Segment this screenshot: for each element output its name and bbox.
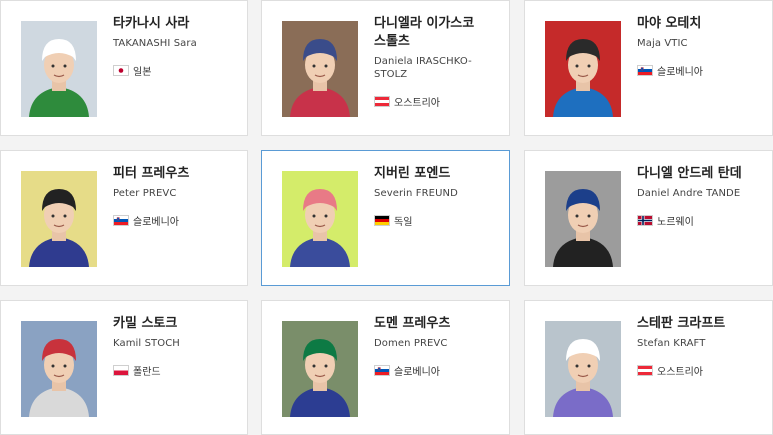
austria-flag-icon [374,96,390,107]
athlete-info: 스테판 크라프트 Stefan KRAFT 오스트리아 [637,315,766,378]
athlete-name-english: Severin FREUND [374,188,458,199]
slovenia-flag-icon [637,65,653,76]
athlete-info: 도멘 프레우츠 Domen PREVC 슬로베니아 [374,315,503,378]
poland-flag-icon [113,365,129,376]
athlete-card[interactable]: 지버린 포엔드 Severin FREUND 독일 [261,150,510,286]
athlete-name-korean[interactable]: 도멘 프레우츠 [374,315,503,333]
athlete-country: 오스트리아 [637,363,766,378]
athlete-photo[interactable] [545,21,621,117]
country-name: 슬로베니아 [394,367,440,378]
country-name: 폴란드 [133,367,161,378]
athlete-info: 다니엘 안드레 탄데 Daniel Andre TANDE 노르웨이 [637,165,766,228]
athlete-photo[interactable] [21,171,97,267]
athlete-card[interactable]: 카밀 스토크 Kamil STOCH 폴란드 [0,300,248,435]
athlete-name-english: TAKANASHI Sara [113,38,197,49]
athlete-country: 슬로베니아 [637,63,766,78]
athlete-name-korean[interactable]: 스테판 크라프트 [637,315,766,333]
athlete-info: 카밀 스토크 Kamil STOCH 폴란드 [113,315,241,378]
country-name: 슬로베니아 [133,217,179,228]
athlete-photo[interactable] [282,321,358,417]
athlete-name-korean[interactable]: 피터 프레우츠 [113,165,241,183]
norway-flag-icon [637,215,653,226]
germany-flag-icon [374,215,390,226]
athlete-name-english: Maja VTIC [637,38,688,49]
athlete-photo[interactable] [545,171,621,267]
athlete-info: 타카나시 사라 TAKANASHI Sara 일본 [113,15,241,78]
athlete-card[interactable]: 스테판 크라프트 Stefan KRAFT 오스트리아 [524,300,773,435]
athlete-name-korean[interactable]: 다니엘라 이가스코 스톨츠 [374,15,503,51]
athlete-grid: 타카나시 사라 TAKANASHI Sara 일본 다니엘라 이가스코 스톨츠 Dani… [0,0,773,435]
athlete-name-english: Domen PREVC [374,338,448,349]
slovenia-flag-icon [374,365,390,376]
country-name: 노르웨이 [657,217,694,228]
athlete-card[interactable]: 다니엘라 이가스코 스톨츠 Daniela IRASCHKO- STOLZ 오스트리… [261,0,510,136]
athlete-photo[interactable] [545,321,621,417]
athlete-photo[interactable] [282,171,358,267]
athlete-country: 슬로베니아 [113,213,241,228]
athlete-name-english: Peter PREVC [113,188,177,199]
athlete-photo[interactable] [21,21,97,117]
athlete-info: 피터 프레우츠 Peter PREVC 슬로베니아 [113,165,241,228]
athlete-name-english: Kamil STOCH [113,338,180,349]
athlete-name-korean[interactable]: 마야 오테치 [637,15,766,33]
athlete-info: 지버린 포엔드 Severin FREUND 독일 [374,165,503,228]
athlete-country: 슬로베니아 [374,363,503,378]
country-name: 독일 [394,217,413,228]
athlete-country: 오스트리아 [374,94,503,109]
country-name: 일본 [133,67,152,78]
athlete-name-english: Daniel Andre TANDE [637,188,741,199]
athlete-info: 다니엘라 이가스코 스톨츠 Daniela IRASCHKO- STOLZ 오스트리… [374,15,503,109]
country-name: 오스트리아 [394,98,440,109]
athlete-info: 마야 오테치 Maja VTIC 슬로베니아 [637,15,766,78]
athlete-name-korean[interactable]: 지버린 포엔드 [374,165,503,183]
athlete-country: 노르웨이 [637,213,766,228]
athlete-name-english: Daniela IRASCHKO- STOLZ [374,56,472,80]
athlete-card[interactable]: 도멘 프레우츠 Domen PREVC 슬로베니아 [261,300,510,435]
athlete-name-korean[interactable]: 카밀 스토크 [113,315,241,333]
japan-flag-icon [113,65,129,76]
athlete-photo[interactable] [21,321,97,417]
athlete-name-korean[interactable]: 다니엘 안드레 탄데 [637,165,766,183]
athlete-card[interactable]: 다니엘 안드레 탄데 Daniel Andre TANDE 노르웨이 [524,150,773,286]
athlete-card[interactable]: 타카나시 사라 TAKANASHI Sara 일본 [0,0,248,136]
country-name: 오스트리아 [657,367,703,378]
athlete-name-english: Stefan KRAFT [637,338,706,349]
athlete-card[interactable]: 피터 프레우츠 Peter PREVC 슬로베니아 [0,150,248,286]
austria-flag-icon [637,365,653,376]
country-name: 슬로베니아 [657,67,703,78]
athlete-name-korean[interactable]: 타카나시 사라 [113,15,241,33]
slovenia-flag-icon [113,215,129,226]
athlete-country: 폴란드 [113,363,241,378]
athlete-country: 독일 [374,213,503,228]
athlete-country: 일본 [113,63,241,78]
athlete-card[interactable]: 마야 오테치 Maja VTIC 슬로베니아 [524,0,773,136]
athlete-photo[interactable] [282,21,358,117]
